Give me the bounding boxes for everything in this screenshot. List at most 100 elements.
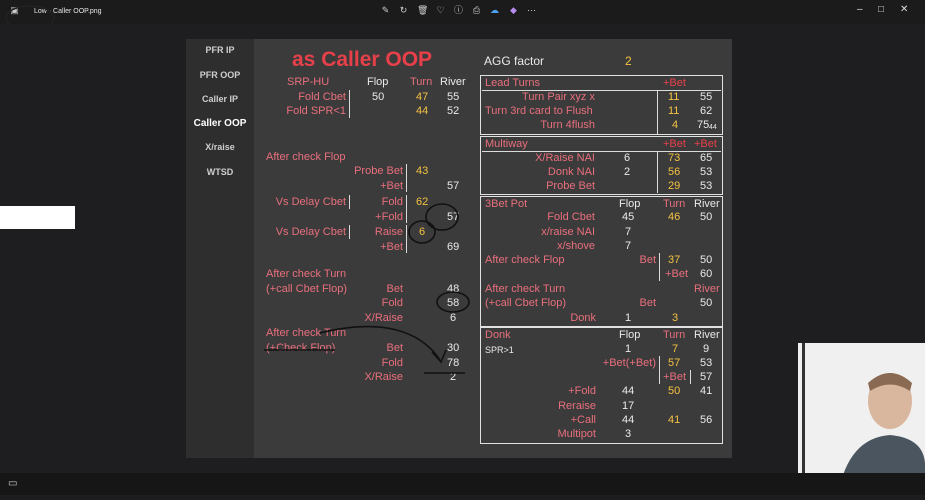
lead-row-1-a: 11 (668, 91, 680, 103)
bet3-xraise-label: x/raise NAI (541, 226, 595, 238)
fold-cbet-label: Fold Cbet (298, 91, 346, 103)
donk-box (480, 327, 723, 444)
bet3-fold-cbet-turn: 46 (668, 211, 681, 223)
bet3-xraise-flop: 7 (625, 226, 632, 238)
fold-cbet-turn: 47 (416, 91, 429, 103)
lead-turns-title: Lead Turns (485, 77, 541, 89)
donk-r4-label: +Fold (568, 385, 596, 397)
close-button[interactable]: ✕ (900, 4, 908, 15)
bet3-donk-turn: 3 (672, 312, 679, 324)
probe-bet-turn: 43 (416, 165, 429, 177)
col-river: River (440, 76, 466, 88)
bet3-after-check-turn: After check Turn (485, 283, 566, 295)
nav-item-caller-ip[interactable]: Caller IP (186, 94, 254, 104)
bet3-donk-flop: 1 (625, 312, 632, 324)
col-flop: Flop (367, 76, 389, 88)
divider (406, 164, 407, 192)
divider (690, 370, 691, 384)
maximize-button[interactable]: □ (878, 4, 884, 15)
bet3-call-cbet-flop: (+call Cbet Flop) (485, 297, 567, 309)
rotate-icon[interactable]: ↻ (399, 6, 408, 15)
mw-row-1-f: 6 (624, 152, 631, 164)
bet3-acf-plus-bet-river: 60 (700, 268, 713, 280)
donk-r2-river: 53 (700, 357, 713, 369)
divider (349, 90, 350, 118)
multiway-h1: +Bet (663, 138, 686, 150)
minimize-button[interactable]: – (857, 4, 863, 15)
bet3-xshove-label: x/shove (557, 240, 595, 252)
bet3-col-flop: Flop (619, 198, 641, 210)
donk-title: Donk (485, 329, 511, 341)
after-check-flop-heading: After check Flop (266, 151, 346, 163)
fold-spr-river: 52 (447, 105, 460, 117)
favorite-icon[interactable]: ♡ (436, 6, 445, 15)
donk-r7-label: Multipot (557, 428, 596, 440)
mw-row-2-a: 56 (668, 166, 681, 178)
donk-r1-flop: 1 (625, 343, 632, 355)
print-icon[interactable]: ⎙ (472, 6, 481, 15)
donk-r4-river: 41 (700, 385, 713, 397)
srp-hu-label: SRP-HU (287, 76, 330, 88)
probe-plus-bet-river: 57 (447, 180, 460, 192)
nav-item-wtsd[interactable]: WTSD (186, 167, 254, 177)
bet3-acf-bet-label: Bet (639, 254, 656, 266)
bet3-act-bet-river: 50 (700, 297, 713, 309)
lead-row-3-sub: 44 (709, 124, 717, 131)
cloud-icon[interactable]: ☁ (490, 6, 499, 15)
donk-r4-turn: 50 (668, 385, 681, 397)
popup-fragment (0, 206, 75, 229)
lead-turns-head: +Bet (663, 77, 686, 89)
mw-row-1-a: 73 (668, 152, 681, 164)
bet3-fold-cbet-flop: 45 (622, 211, 635, 223)
nav-item-pfr-oop[interactable]: PFR OOP (186, 70, 254, 80)
donk-col-flop: Flop (619, 329, 641, 341)
bet3-donk-label: Donk (570, 312, 596, 324)
nav-item-caller-oop[interactable]: Caller OOP (186, 118, 254, 129)
donk-col-turn: Turn (663, 329, 686, 341)
donk-r6-flop: 44 (622, 414, 635, 426)
donk-r5-flop: 17 (622, 400, 635, 412)
lead-row-3-a: 4 (672, 119, 679, 131)
divider (657, 90, 658, 134)
donk-r3-river: 57 (700, 371, 713, 383)
edit-icon[interactable]: ✎ (381, 6, 390, 15)
divider (657, 151, 658, 193)
bet3-act-bet-label: Bet (639, 297, 656, 309)
bet3-acf-bet-turn: 37 (668, 254, 681, 266)
copilot-icon[interactable]: ◆ (509, 6, 518, 15)
mw-row-2-b: 53 (700, 166, 713, 178)
bet3-fold-cbet-label: Fold Cbet (547, 211, 595, 223)
fold-spr-turn: 44 (416, 105, 429, 117)
info-icon[interactable]: ⓘ (454, 6, 463, 15)
bet3-acf-plus-bet-label: +Bet (665, 268, 688, 280)
delete-icon[interactable]: 🗑 (417, 6, 428, 15)
lead-row-3-label: Turn 4flush (540, 119, 595, 131)
mw-row-1-label: X/Raise NAI (535, 152, 595, 164)
lead-row-1-b: 55 (700, 91, 713, 103)
donk-r6-river: 56 (700, 414, 713, 426)
col-turn: Turn (410, 76, 433, 88)
lead-row-2-label: Turn 3rd card to Flush (485, 105, 593, 117)
monitor-icon[interactable]: ▭ (8, 478, 17, 489)
donk-r3-label: +Bet (663, 371, 686, 383)
donk-col-river: River (694, 329, 720, 341)
bet3-river-head: River (694, 283, 720, 295)
donk-r4-flop: 44 (622, 385, 635, 397)
lead-row-2-a: 11 (668, 105, 680, 117)
agg-value: 2 (625, 54, 632, 68)
bet3-xshove-flop: 7 (625, 240, 632, 252)
donk-spr: SPR>1 (485, 345, 514, 355)
mw-row-3-b: 53 (700, 180, 713, 192)
multiway-title: Multiway (485, 138, 528, 150)
bet3-title: 3Bet Pot (485, 198, 528, 210)
nav-item-xraise[interactable]: X/raise (186, 142, 254, 152)
title-bar: ▣ Low - Caller OOP.png ✎ ↻ 🗑 ♡ ⓘ ⎙ ☁ ◆ ⋯… (0, 0, 925, 24)
donk-r1-river: 9 (703, 343, 710, 355)
donk-r6-label: +Call (570, 414, 596, 426)
probe-bet-label: Probe Bet (354, 165, 403, 177)
nav-item-pfr-ip[interactable]: PFR IP (186, 45, 254, 55)
mw-row-3-label: Probe Bet (546, 180, 595, 192)
more-icon[interactable]: ⋯ (527, 6, 536, 15)
bet3-col-river: River (694, 198, 720, 210)
donk-r6-turn: 41 (668, 414, 681, 426)
